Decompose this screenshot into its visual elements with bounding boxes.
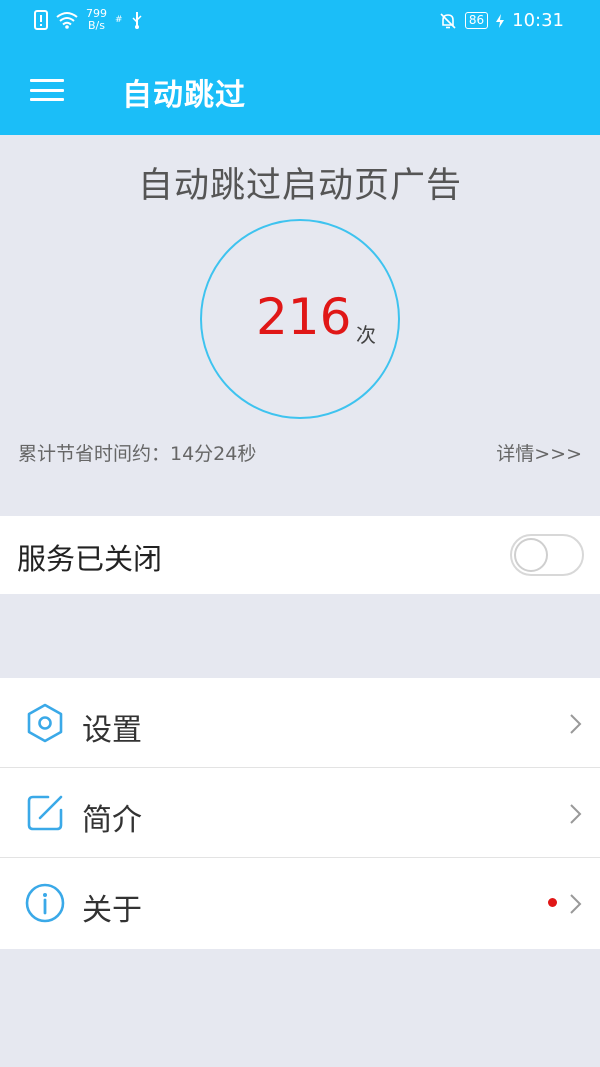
status-left: 799 B/s # bbox=[34, 8, 143, 32]
info-circle-icon bbox=[25, 883, 65, 923]
carrier-hint: # bbox=[115, 15, 123, 25]
menu-item-about[interactable]: 关于 bbox=[0, 858, 600, 948]
service-toggle[interactable] bbox=[510, 534, 584, 576]
menu-list: 设置 简介 关于 bbox=[0, 678, 600, 949]
hexagon-settings-icon bbox=[27, 703, 63, 743]
menu-item-label: 关于 bbox=[82, 893, 142, 928]
clock: 10:31 bbox=[512, 10, 564, 31]
wifi-icon bbox=[56, 12, 78, 29]
service-status-label: 服务已关闭 bbox=[17, 542, 163, 576]
app-title: 自动跳过 bbox=[122, 78, 246, 113]
charging-icon bbox=[496, 13, 505, 28]
chevron-right-icon bbox=[570, 894, 582, 914]
network-speed-unit: B/s bbox=[88, 19, 105, 32]
headline: 自动跳过启动页广告 bbox=[137, 166, 462, 206]
status-right: 86 10:31 bbox=[439, 10, 564, 31]
skip-count-unit: 次 bbox=[356, 323, 376, 347]
chevron-right-icon bbox=[570, 714, 582, 734]
menu-item-settings[interactable]: 设置 bbox=[0, 678, 600, 768]
mute-bell-icon bbox=[440, 12, 456, 29]
usb-icon bbox=[132, 12, 142, 29]
status-bar: 799 B/s # 86 10:31 bbox=[0, 0, 600, 44]
battery-level: 86 bbox=[464, 12, 489, 29]
toggle-knob bbox=[514, 538, 548, 572]
edit-square-icon bbox=[27, 795, 63, 831]
hamburger-menu-icon[interactable] bbox=[30, 79, 64, 101]
alert-icon bbox=[34, 10, 48, 30]
service-row[interactable]: 服务已关闭 bbox=[0, 516, 600, 594]
saved-time: 累计节省时间约：14分24秒 bbox=[18, 443, 257, 465]
network-speed: 799 B/s bbox=[86, 8, 107, 32]
menu-item-label: 设置 bbox=[82, 713, 142, 748]
skip-counter: 216 次 bbox=[200, 219, 400, 419]
notification-dot bbox=[548, 898, 557, 907]
menu-item-label: 简介 bbox=[82, 803, 142, 838]
chevron-right-icon bbox=[570, 804, 582, 824]
app-bar: 自动跳过 bbox=[0, 44, 600, 135]
skip-count: 216 bbox=[256, 288, 352, 346]
menu-item-intro[interactable]: 简介 bbox=[0, 768, 600, 858]
details-link[interactable]: 详情>>> bbox=[496, 439, 582, 466]
